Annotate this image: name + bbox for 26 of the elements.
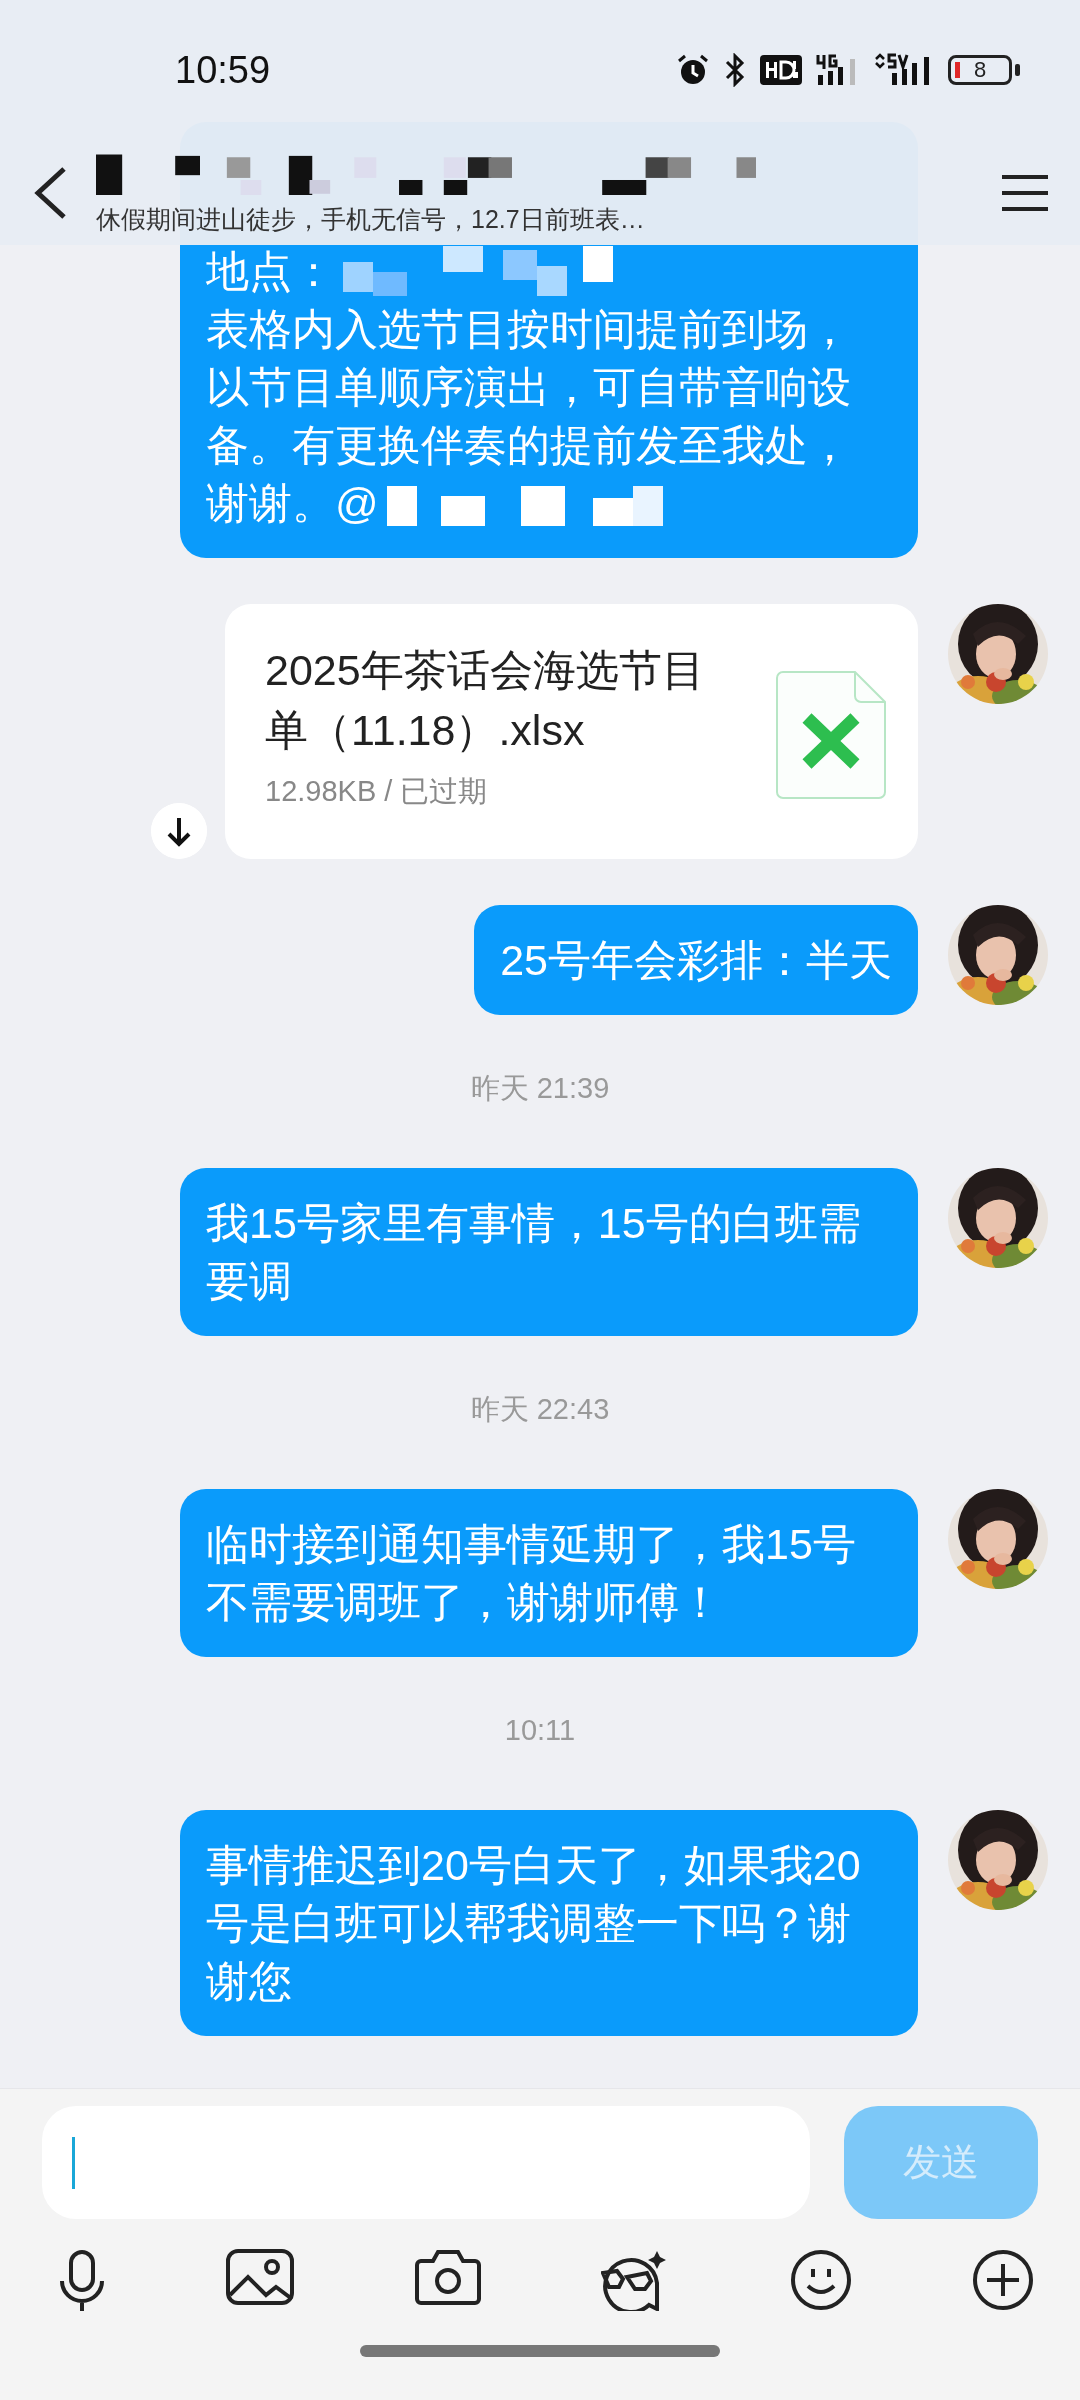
- image-icon[interactable]: [226, 2249, 295, 2305]
- message-text: 表格内入选节目按时间提前到场，以节目单顺序演出，可自带音响设备。有更换伴奏的提前发至我处，谢谢。@: [206, 305, 851, 527]
- message-input[interactable]: [42, 2106, 810, 2219]
- file-card[interactable]: 2025年茶话会海选节目单（11.18）.xlsx 12.98KB / 已过期: [225, 604, 918, 859]
- chat-subtitle: 休假期间进山徒步，手机无信号，12.7日前班表…: [96, 204, 646, 235]
- file-meta: 12.98KB / 已过期: [265, 774, 489, 809]
- message-bubble: 我15号家里有事情，15号的白班需要调: [180, 1168, 918, 1336]
- message-bubble: 25号年会彩排：半天: [474, 905, 918, 1015]
- timestamp: 昨天 21:39: [470, 1071, 610, 1105]
- menu-icon[interactable]: [1000, 172, 1050, 213]
- timestamp: 昨天 22:43: [470, 1392, 610, 1426]
- microphone-icon[interactable]: [58, 2249, 106, 2313]
- emoji-icon[interactable]: [789, 2249, 852, 2311]
- hd-icon: [760, 55, 802, 85]
- camera-icon[interactable]: [414, 2249, 481, 2305]
- bluetooth-icon: [724, 53, 746, 87]
- message-bubble: 临时接到通知事情延期了，我15号不需要调班了，谢谢师傅！: [180, 1489, 918, 1657]
- file-name: 2025年茶话会海选节目单（11.18）.xlsx: [265, 645, 706, 756]
- alarm-icon: [676, 53, 710, 87]
- status-time: 10:59: [175, 48, 272, 92]
- battery-icon: 8: [948, 55, 1020, 85]
- timestamp: 10:11: [504, 1713, 576, 1747]
- message-text: 地点：: [206, 246, 335, 297]
- spreadsheet-file-icon: [775, 670, 887, 800]
- add-icon[interactable]: [971, 2249, 1034, 2311]
- message-bubble: 事情推迟到20号白天了，如果我20号是白班可以帮我调整一下吗？谢谢您: [180, 1810, 918, 2036]
